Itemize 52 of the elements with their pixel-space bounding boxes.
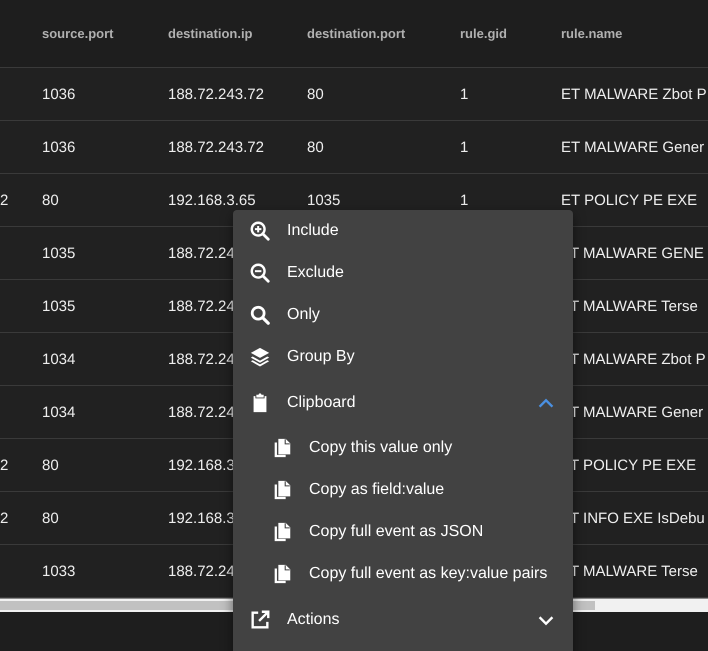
menu-item[interactable]: Only: [233, 294, 573, 336]
table-cell: 192.168.3: [168, 456, 235, 474]
table-cell: 1: [460, 138, 468, 156]
table-cell: ET MALWARE Zbot P: [561, 86, 707, 102]
zoom-out-icon: [249, 262, 271, 284]
column-header[interactable]: rule.name: [561, 26, 622, 41]
column-header[interactable]: destination.ip: [168, 26, 252, 41]
menu-item[interactable]: Copy as field:value: [233, 469, 573, 511]
table-cell: 188.72.243.72: [168, 86, 264, 102]
table-cell: ET POLICY PE EXE: [561, 192, 698, 208]
external-link-icon: [249, 608, 271, 630]
table-cell: 1035: [307, 192, 340, 208]
table-cell: 188.72.24: [168, 350, 235, 368]
table-cell: 1034: [42, 404, 76, 420]
menu-item[interactable]: Group By: [233, 336, 573, 378]
table-cell: 1035: [42, 298, 76, 314]
table-cell: 2: [0, 510, 8, 526]
column-header[interactable]: source.port: [42, 26, 114, 41]
menu-section[interactable]: Actions: [233, 595, 573, 644]
search-icon: [249, 304, 271, 326]
menu-section[interactable]: Clipboard: [233, 378, 573, 427]
table-cell: 80: [307, 138, 324, 156]
menu-item[interactable]: Copy full event as JSON: [233, 511, 573, 553]
menu-item[interactable]: Include: [233, 210, 573, 252]
table-cell: 1033: [42, 562, 76, 580]
table-cell: 2: [0, 192, 8, 208]
zoom-in-icon: [249, 220, 271, 242]
menu-item[interactable]: Copy this value only: [233, 427, 573, 469]
menu-item[interactable]: Copy full event as key:value pairs: [233, 553, 573, 595]
table-cell: 1034: [42, 350, 76, 368]
table-cell: 80: [42, 192, 59, 208]
table-cell: 188.72.243.72: [168, 138, 264, 156]
table-cell: 188.72.24: [168, 298, 235, 314]
column-header[interactable]: destination.port: [307, 26, 406, 41]
table-cell: 188.72.24: [168, 244, 235, 262]
table-cell: 188.72.24: [168, 562, 235, 580]
table-cell: 1036: [42, 86, 76, 102]
table-cell: 192.168.3.65: [168, 192, 256, 208]
table-cell: 1: [460, 192, 468, 208]
column-header[interactable]: rule.gid: [460, 26, 507, 41]
layers-icon: [249, 346, 271, 368]
table-cell: 2: [0, 456, 8, 474]
table-cell: 1035: [42, 244, 76, 262]
table-cell: 80: [307, 86, 324, 102]
table-cell: 192.168.3: [168, 510, 235, 526]
table-cell: 80: [42, 510, 59, 526]
table-cell: 1: [460, 86, 468, 102]
table-cell: 188.72.24: [168, 404, 235, 420]
table-cell: 80: [42, 456, 59, 474]
menu-item[interactable]: Exclude: [233, 252, 573, 294]
table-cell: ET MALWARE Gener: [561, 138, 704, 156]
table-cell: 1036: [42, 138, 76, 156]
